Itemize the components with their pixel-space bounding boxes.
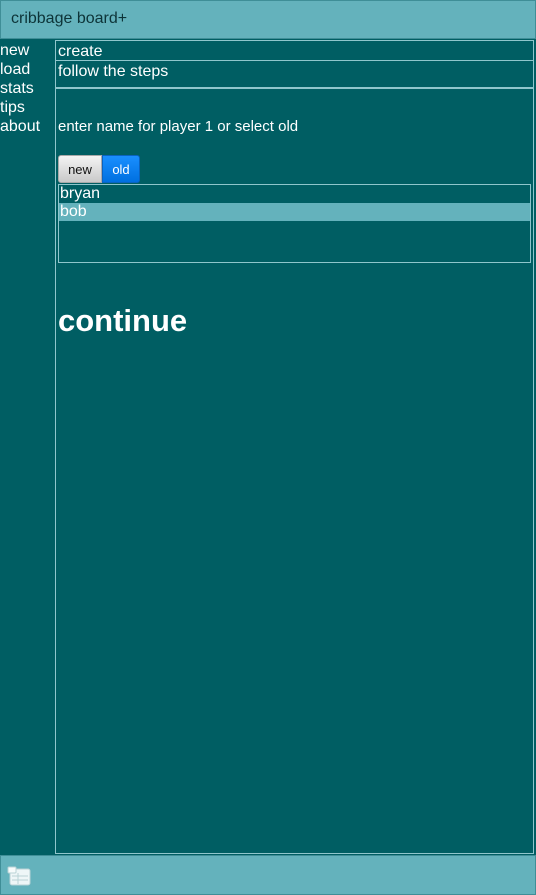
board-icon[interactable] (7, 865, 33, 887)
bottom-bar (0, 855, 536, 895)
app-window: cribbage board+ new load stats tips abou… (0, 0, 536, 895)
title-bar: cribbage board+ (0, 0, 536, 39)
main-panel: create follow the steps enter name for p… (55, 40, 534, 854)
page-title: create (56, 41, 533, 61)
new-old-toggle: new old (58, 155, 140, 183)
sidebar-item-new[interactable]: new (0, 41, 40, 60)
player-list: bryan bob (58, 184, 531, 263)
app-title: cribbage board+ (11, 10, 128, 27)
new-player-segment[interactable]: new (58, 155, 102, 183)
list-item-bryan[interactable]: bryan (59, 185, 530, 203)
player-prompt: enter name for player 1 or select old (58, 118, 299, 135)
sidebar-item-stats[interactable]: stats (0, 79, 40, 98)
list-item-bob[interactable]: bob (59, 203, 530, 221)
sidebar-nav: new load stats tips about (0, 41, 40, 136)
page-subtitle: follow the steps (56, 61, 533, 89)
sidebar-item-tips[interactable]: tips (0, 98, 40, 117)
old-player-segment[interactable]: old (102, 155, 140, 183)
sidebar-item-about[interactable]: about (0, 117, 40, 136)
sidebar-item-load[interactable]: load (0, 60, 40, 79)
sidebar: new load stats tips about (0, 39, 55, 855)
continue-button[interactable]: continue (58, 303, 187, 339)
